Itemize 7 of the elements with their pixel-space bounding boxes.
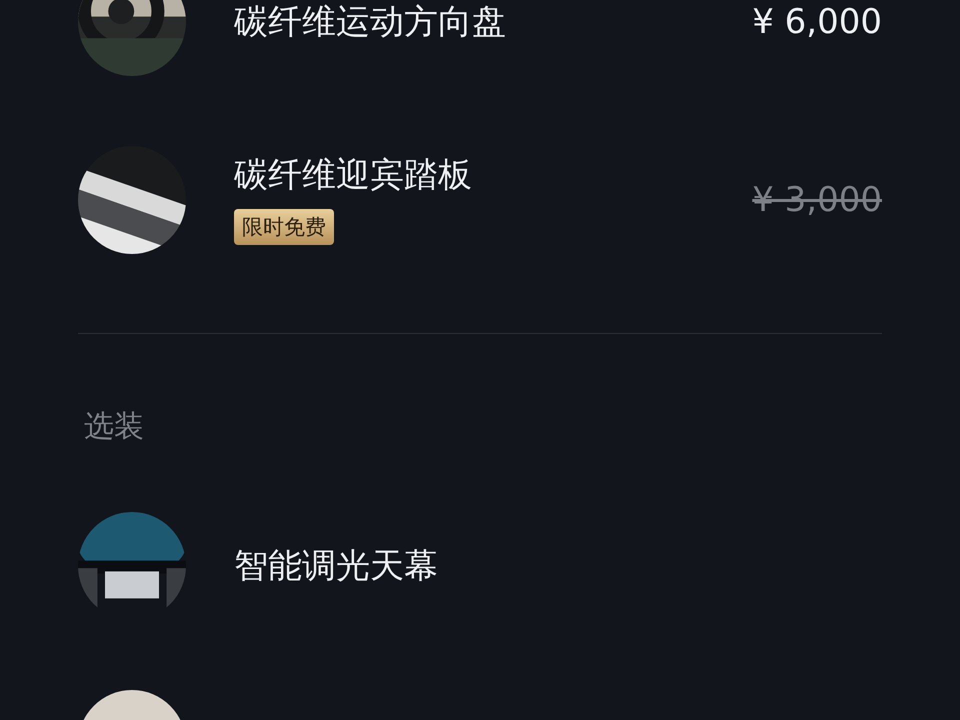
price: ¥ 6,000 xyxy=(752,2,882,42)
item-title: 智能调光天幕 xyxy=(234,546,438,586)
item-title: 碳纤维迎宾踏板 xyxy=(234,155,472,195)
original-price: ¥ 3,000 xyxy=(752,180,882,220)
item-title: 碳纤维运动方向盘 xyxy=(234,2,506,42)
promo-badge: 限时免费 xyxy=(234,209,334,245)
section-heading: 选装 xyxy=(84,408,144,446)
